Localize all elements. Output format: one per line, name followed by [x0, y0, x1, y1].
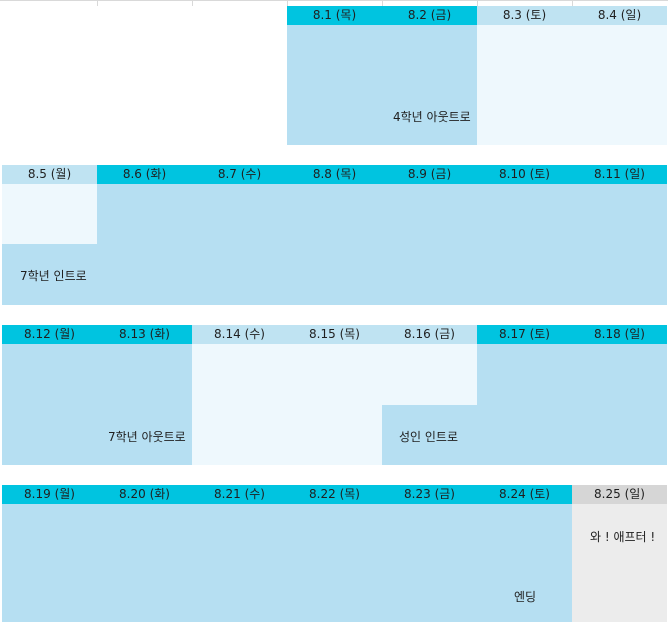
week3-day-header[interactable]: 8.13 (화): [97, 325, 192, 344]
week4-day-header[interactable]: 8.21 (수): [192, 485, 287, 504]
event-block-7th-intro[interactable]: [2, 184, 667, 305]
week1-day-header[interactable]: 8.3 (토): [477, 6, 572, 25]
week4-day-header[interactable]: 8.24 (토): [477, 485, 572, 504]
week2-day-header[interactable]: 8.9 (금): [382, 165, 477, 184]
event-label-ending: 엔딩: [514, 590, 537, 604]
event-block-after[interactable]: [572, 504, 667, 622]
event-label-7th-intro: 7학년 인트로: [20, 269, 87, 283]
week3-day-header[interactable]: 8.15 (목): [287, 325, 382, 344]
week2-day-header[interactable]: 8.5 (월): [2, 165, 97, 184]
week4-day-header[interactable]: 8.20 (화): [97, 485, 192, 504]
week4-day-header[interactable]: 8.23 (금): [382, 485, 477, 504]
free-block[interactable]: [2, 184, 97, 244]
weekend-block[interactable]: [477, 25, 667, 145]
event-label-7th-outro: 7학년 아웃트로: [108, 430, 186, 444]
week2-day-header[interactable]: 8.8 (목): [287, 165, 382, 184]
week1-day-header[interactable]: 8.2 (금): [382, 6, 477, 25]
weekend-block[interactable]: [477, 344, 667, 465]
week3-day-header[interactable]: 8.14 (수): [192, 325, 287, 344]
week4-day-header[interactable]: 8.19 (월): [2, 485, 97, 504]
week4-day-header[interactable]: 8.22 (목): [287, 485, 382, 504]
event-label-adult-intro: 성인 인트로: [399, 430, 459, 444]
week2-day-header[interactable]: 8.6 (화): [97, 165, 192, 184]
week2-day-header[interactable]: 8.7 (수): [192, 165, 287, 184]
week3-day-header[interactable]: 8.18 (일): [572, 325, 667, 344]
week1-day-header[interactable]: 8.1 (목): [287, 6, 382, 25]
week4-day-header[interactable]: 8.25 (일): [572, 485, 667, 504]
week1-day-header[interactable]: 8.4 (일): [572, 6, 667, 25]
week2-day-header[interactable]: 8.11 (일): [572, 165, 667, 184]
week3-day-header[interactable]: 8.16 (금): [382, 325, 477, 344]
week3-day-header[interactable]: 8.17 (토): [477, 325, 572, 344]
week3-day-header[interactable]: 8.12 (월): [2, 325, 97, 344]
week2-day-header[interactable]: 8.10 (토): [477, 165, 572, 184]
event-block-4th-outro[interactable]: [287, 25, 477, 145]
event-block-ending[interactable]: [2, 504, 572, 622]
event-label-4th-outro: 4학년 아웃트로: [393, 110, 471, 124]
event-block-7th-outro[interactable]: [2, 344, 192, 465]
event-label-after: 와 ! 애프터 !: [590, 530, 656, 544]
